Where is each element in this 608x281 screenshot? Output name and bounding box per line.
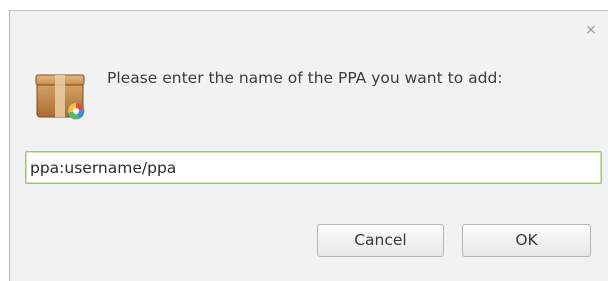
prompt-text: Please enter the name of the PPA you wan… — [107, 69, 503, 87]
cancel-button[interactable]: Cancel — [317, 224, 444, 257]
close-icon[interactable]: × — [584, 23, 598, 37]
ppa-input[interactable] — [25, 151, 602, 184]
ok-button[interactable]: OK — [462, 224, 591, 257]
package-icon — [35, 74, 85, 120]
add-ppa-dialog: × Please enter the name of the PPA you w… — [9, 10, 608, 281]
